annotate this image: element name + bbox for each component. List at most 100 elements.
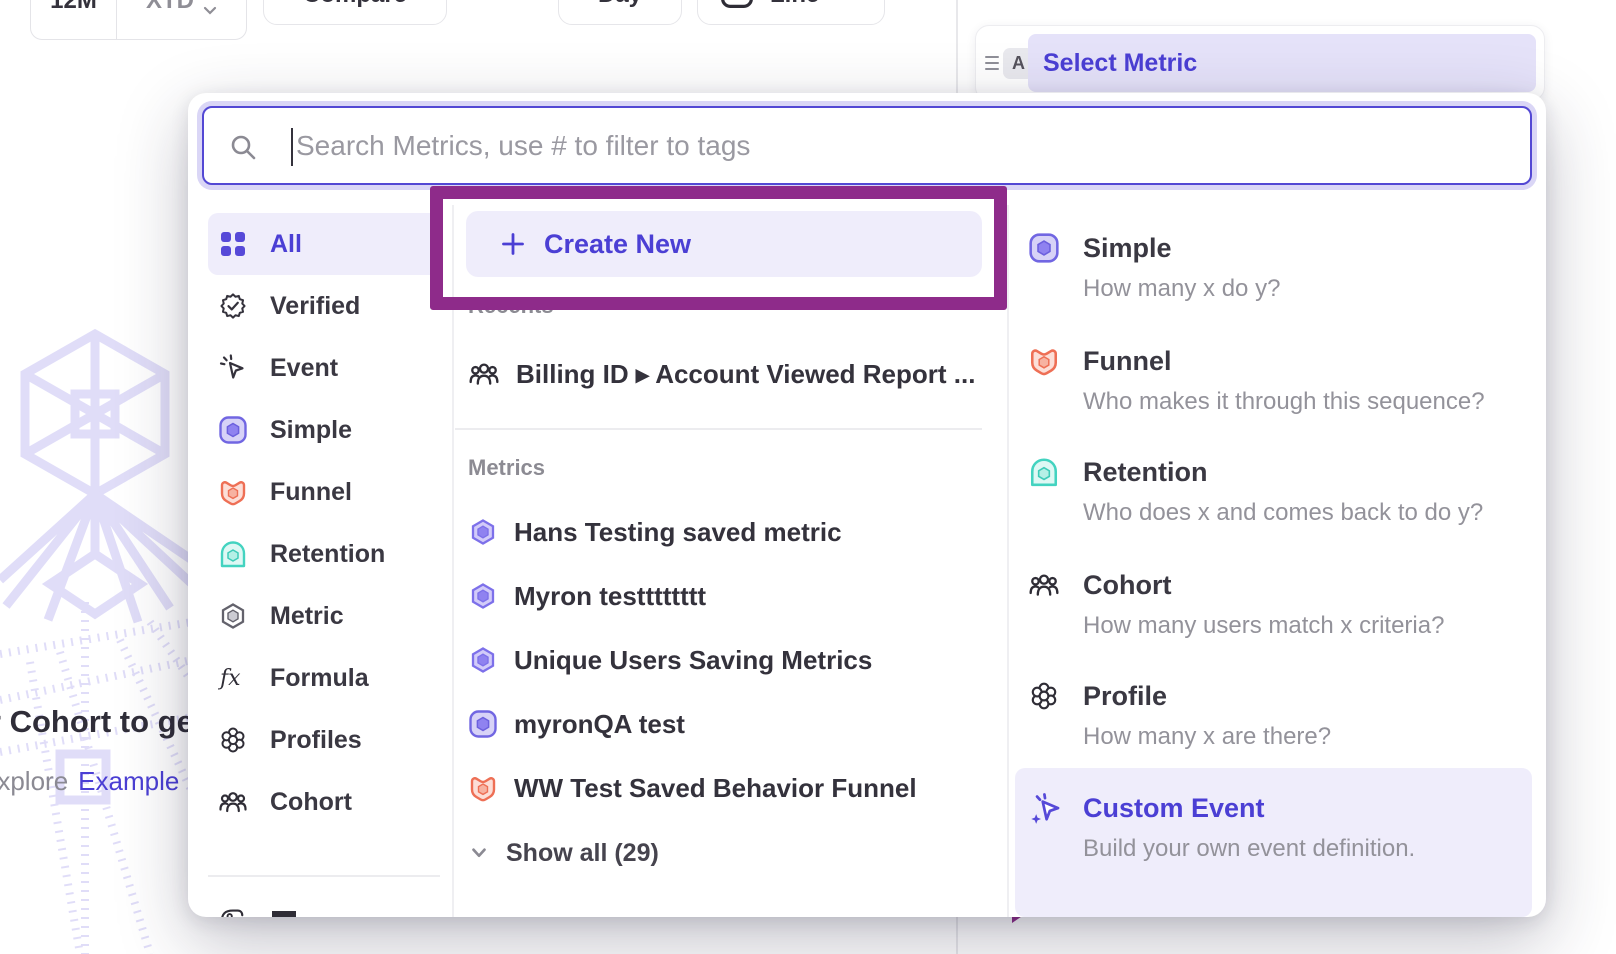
recent-item-row[interactable]: Billing ID ▸ Account Viewed Report ... [468,346,982,402]
type-description: Who makes it through this sequence? [1083,385,1532,419]
range-xtd-label: XTD [146,0,194,15]
show-all-toggle[interactable]: Show all (29) [468,825,982,881]
select-metric-pill[interactable]: Select Metric [1028,34,1536,92]
sidebar-item-label: Event [270,354,338,383]
sidebar-item-formula[interactable]: ƒx Formula [208,647,440,709]
type-name: Funnel [1083,343,1532,379]
funnel-icon [1028,345,1060,377]
type-description: How many x are there? [1083,720,1532,754]
sidebar-item-simple[interactable]: Simple [208,399,440,461]
metrics-section-label: Metrics [468,455,545,481]
sidebar-item-profiles[interactable]: Profiles [208,709,440,771]
chevron-down-icon [468,842,490,864]
funnel-icon [218,477,248,507]
sidebar-item-label: All [270,230,302,259]
compare-label: Compare [303,0,407,9]
page: 12M XTD Compare Day Line [0,0,1616,954]
sidebar-item-label: Verified [270,292,360,321]
svg-text:ƒx: ƒx [218,666,241,691]
sidebar-item-label: Retention [270,540,385,569]
type-description: Build your own event definition. [1083,832,1532,866]
metric-list-item[interactable]: Hans Testing saved metric [468,504,982,560]
saved-metric-hexagon-icon [468,645,498,675]
type-name: Retention [1083,454,1532,490]
line-chart-type-button[interactable]: Line [697,0,885,25]
simple-metric-icon [468,709,498,739]
sidebar-section-divider [208,875,440,877]
metric-list-item[interactable]: WW Test Saved Behavior Funnel [468,760,982,816]
type-entry-custom-event[interactable]: Custom Event Build your own event defini… [1020,790,1532,866]
day-button[interactable]: Day [558,0,682,25]
verified-seal-icon [218,291,248,321]
line-label: Line [770,0,819,9]
drag-handle-icon[interactable] [985,54,999,72]
retention-icon [218,539,248,569]
profiles-flower-icon [218,725,248,755]
show-all-label: Show all (29) [506,839,659,868]
empty-state-headline: or Cohort to get [0,704,204,740]
sidebar-item-label: Cohort [270,788,352,817]
grid-icon [218,229,248,259]
background-wireframe-graphic [0,322,192,954]
sidebar-item-label: Metric [270,602,344,631]
metric-item-label: Myron testttttttt [514,581,706,612]
type-name: Profile [1083,678,1532,714]
sidebar-item-event[interactable]: Event [208,337,440,399]
sidebar-item-partial-label-fragment [272,911,296,917]
sidebar-item-label: Formula [270,664,369,693]
metric-item-label: WW Test Saved Behavior Funnel [514,773,917,804]
metric-series-card: A Select Metric [975,25,1545,101]
annotation-highlight-box [430,186,1007,310]
profiles-flower-icon [1028,680,1060,712]
metric-list-item[interactable]: Unique Users Saving Metrics [468,632,982,688]
saved-metric-hexagon-icon [468,581,498,611]
type-entry-retention[interactable]: Retention Who does x and comes back to d… [1020,454,1532,530]
sidebar-item-label: Simple [270,416,352,445]
example-reports-link[interactable]: Example R [78,766,205,796]
time-range-group[interactable]: 12M XTD [30,0,247,40]
type-entry-simple[interactable]: Simple How many x do y? [1020,230,1532,306]
sidebar-item-funnel[interactable]: Funnel [208,461,440,523]
sidebar-item-partial[interactable] [218,905,246,917]
type-entry-cohort[interactable]: Cohort How many users match x criteria? [1020,567,1532,643]
recent-item-label: Billing ID ▸ Account Viewed Report ... [516,359,975,390]
search-input[interactable] [204,108,1530,183]
line-chart-icon [720,0,754,9]
type-entry-funnel[interactable]: Funnel Who makes it through this sequenc… [1020,343,1532,419]
type-description: Who does x and comes back to do y? [1083,496,1532,530]
metric-item-label: Unique Users Saving Metrics [514,645,872,676]
right-panel-divider [1007,205,1009,917]
type-description: How many users match x criteria? [1083,609,1532,643]
cohort-people-icon [468,358,500,390]
type-entry-profile[interactable]: Profile How many x are there? [1020,678,1532,754]
custom-event-icon [1028,792,1062,826]
saved-metric-hexagon-icon [468,517,498,547]
type-description: How many x do y? [1083,272,1532,306]
sidebar-item-all[interactable]: All [208,213,440,275]
range-12m-button[interactable]: 12M [31,0,117,39]
chevron-down-icon [203,6,217,15]
simple-metric-icon [218,415,248,445]
explore-prefix: Explore [0,766,68,796]
recents-metrics-divider [455,428,982,430]
formula-fx-icon: ƒx [218,663,248,693]
sidebar-item-verified[interactable]: Verified [208,275,440,337]
range-xtd-button[interactable]: XTD [117,0,246,39]
metric-item-label: Hans Testing saved metric [514,517,842,548]
sidebar-item-metric[interactable]: Metric [208,585,440,647]
type-name: Custom Event [1083,790,1532,826]
cohort-people-icon [218,787,248,817]
sidebar-divider [452,205,454,917]
type-name: Cohort [1083,567,1532,603]
sidebar-item-retention[interactable]: Retention [208,523,440,585]
funnel-icon [468,773,498,803]
search-bar[interactable] [202,106,1532,185]
cohort-people-icon [1028,569,1060,601]
metric-list-item[interactable]: Myron testttttttt [468,568,982,624]
sidebar-item-cohort[interactable]: Cohort [208,771,440,833]
type-name: Simple [1083,230,1532,266]
metric-list-item[interactable]: myronQA test [468,696,982,752]
metric-hexagon-icon [218,601,248,631]
compare-button[interactable]: Compare [263,0,447,25]
select-metric-label: Select Metric [1043,49,1197,78]
